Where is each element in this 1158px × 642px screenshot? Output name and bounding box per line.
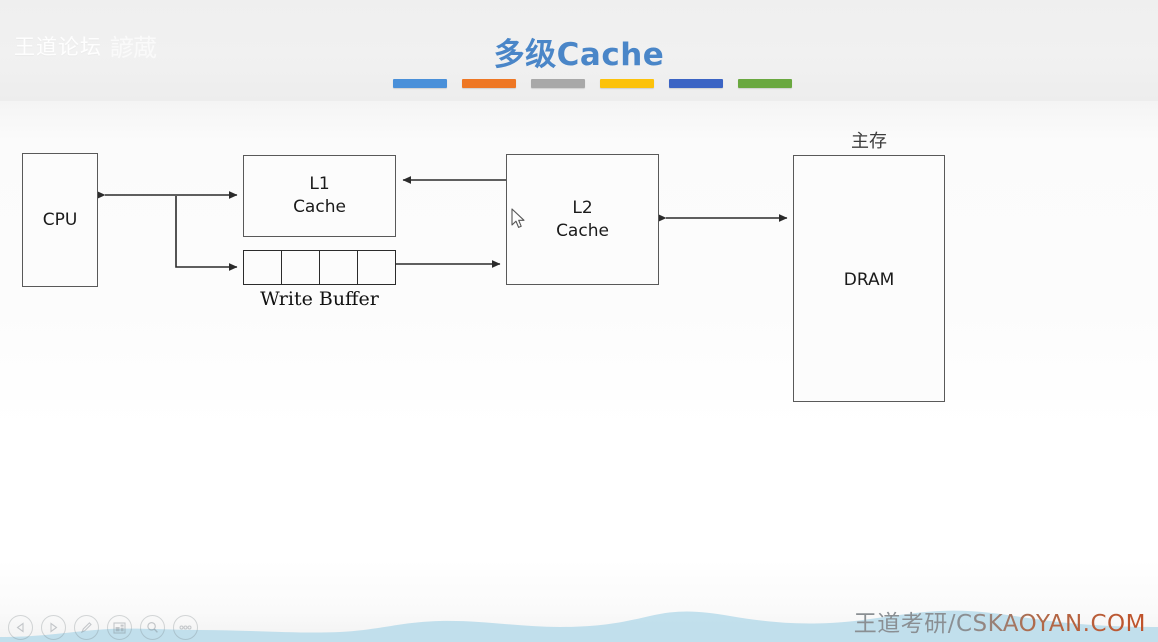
- more-options-button[interactable]: [173, 615, 198, 640]
- triangle-left-icon: [16, 622, 24, 633]
- brand-footer: 王道考研/CSKAOYAN.COM: [854, 604, 1146, 638]
- l1-cache-label-line1: L1: [309, 174, 330, 195]
- write-buffer-cell: [358, 251, 395, 284]
- cache-hierarchy-diagram: CPU L1 Cache Write Buffer L2 Cache 主存 DR…: [0, 0, 1158, 480]
- l1-cache-label-line2: Cache: [293, 197, 346, 217]
- dram-label: DRAM: [843, 270, 895, 290]
- slide-layout-button[interactable]: [107, 615, 132, 640]
- previous-slide-button[interactable]: [8, 615, 33, 640]
- l1-cache-box[interactable]: L1 Cache: [243, 155, 396, 237]
- presentation-slide: 王道论坛 諺蒧 多级Cache CPU L1 Cache Write Buffe…: [0, 0, 1158, 642]
- write-buffer-box[interactable]: [243, 250, 396, 285]
- l2-cache-label-line1: L2: [572, 197, 593, 218]
- zoom-search-button[interactable]: [140, 615, 165, 640]
- write-buffer-label: Write Buffer: [260, 288, 379, 310]
- dram-box[interactable]: DRAM: [793, 155, 945, 402]
- magnifier-icon: [147, 622, 158, 633]
- l2-cache-box[interactable]: L2 Cache: [506, 154, 659, 285]
- annotate-pen-button[interactable]: [74, 615, 99, 640]
- cpu-label: CPU: [42, 209, 78, 230]
- pen-icon: [80, 622, 92, 634]
- mouse-cursor: [511, 208, 527, 235]
- write-buffer-cell: [320, 251, 358, 284]
- cpu-box[interactable]: CPU: [22, 153, 98, 287]
- next-slide-button[interactable]: [41, 615, 66, 640]
- ellipsis-icon: [179, 625, 192, 630]
- l2-cache-label-line2: Cache: [556, 220, 609, 241]
- write-buffer-cell: [282, 251, 320, 284]
- layout-icon: [113, 621, 126, 634]
- write-buffer-cell: [244, 251, 282, 284]
- main-memory-label: 主存: [851, 131, 887, 152]
- player-toolbar[interactable]: [8, 615, 198, 640]
- triangle-right-icon: [50, 622, 58, 633]
- wire-cpu-writebuffer: [175, 196, 238, 271]
